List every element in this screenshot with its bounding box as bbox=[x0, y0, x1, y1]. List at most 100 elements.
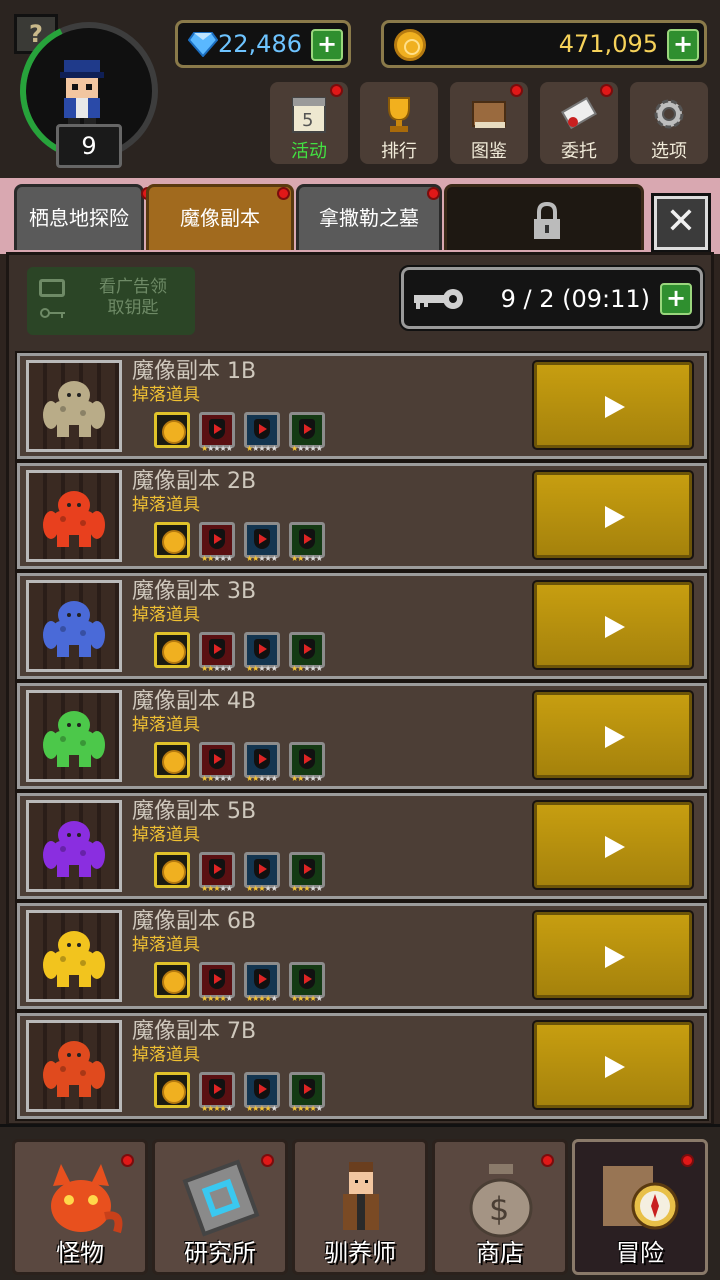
menu-options-button[interactable]: 选项 bbox=[630, 82, 708, 164]
add-keys-button[interactable]: + bbox=[660, 283, 692, 315]
drop-rune-green-icon[interactable]: ★★★★★ bbox=[289, 742, 325, 783]
drop-rune-blue-icon[interactable]: ★★★★★ bbox=[244, 1072, 280, 1113]
top-bar: ? 9 22,486 + 471,095 + 5 活动 排行 图鉴 委托 选项 bbox=[0, 0, 720, 180]
enter-dungeon-button[interactable] bbox=[532, 360, 694, 450]
golem-icon bbox=[43, 381, 105, 437]
gold-counter: 471,095 + bbox=[381, 20, 707, 68]
bottom-nav: 怪物 研究所 驯养师 $ 商店 冒险 bbox=[0, 1124, 720, 1280]
rune-icon bbox=[299, 529, 315, 549]
rarity-stars: ★★★★★ bbox=[201, 665, 233, 673]
drop-rune-red-icon[interactable]: ★★★★★ bbox=[199, 632, 235, 673]
nav-adventure-label: 冒险 bbox=[616, 1239, 664, 1267]
tab-label: 栖息地探险 bbox=[29, 206, 129, 230]
trophy-icon bbox=[388, 97, 410, 132]
drop-coin-icon[interactable] bbox=[154, 852, 190, 888]
nav-research-label: 研究所 bbox=[184, 1239, 256, 1267]
drop-rune-green-icon[interactable]: ★★★★★ bbox=[289, 522, 325, 563]
enter-dungeon-button[interactable] bbox=[532, 470, 694, 560]
enter-dungeon-button[interactable] bbox=[532, 580, 694, 670]
drop-rune-red-icon[interactable]: ★★★★★ bbox=[199, 1072, 235, 1113]
drop-items-label: 掉落道具 bbox=[132, 825, 200, 845]
player-sprite-icon bbox=[60, 60, 104, 126]
dungeon-row: 魔像副本 3B 掉落道具 ★★★★★ ★★★★★ ★★★★★ bbox=[15, 571, 709, 681]
drop-rune-blue-icon[interactable]: ★★★★★ bbox=[244, 632, 280, 673]
nav-monsters[interactable]: 怪物 bbox=[12, 1139, 148, 1275]
enter-dungeon-button[interactable] bbox=[532, 1020, 694, 1110]
notification-dot bbox=[600, 84, 613, 97]
enter-dungeon-button[interactable] bbox=[532, 690, 694, 780]
drop-rune-red-icon[interactable]: ★★★★★ bbox=[199, 412, 235, 453]
small-key-icon bbox=[40, 308, 65, 318]
drop-rune-green-icon[interactable]: ★★★★★ bbox=[289, 1072, 325, 1113]
moneybag-icon: $ bbox=[469, 1164, 533, 1238]
drop-rune-blue-icon[interactable]: ★★★★★ bbox=[244, 852, 280, 893]
menu-commission-button[interactable]: 委托 bbox=[540, 82, 618, 164]
drop-rune-green-icon[interactable]: ★★★★★ bbox=[289, 632, 325, 673]
drop-rune-blue-icon[interactable]: ★★★★★ bbox=[244, 522, 280, 563]
tab-locked[interactable] bbox=[444, 184, 644, 250]
lock-icon bbox=[534, 201, 560, 239]
enter-dungeon-button[interactable] bbox=[532, 800, 694, 890]
watch-ad-for-key-button[interactable]: 看广告领 取钥匙 bbox=[27, 267, 195, 335]
golem-portrait bbox=[26, 1020, 122, 1112]
drop-rune-green-icon[interactable]: ★★★★★ bbox=[289, 852, 325, 893]
app-root: ? 9 22,486 + 471,095 + 5 活动 排行 图鉴 委托 选项 … bbox=[0, 0, 720, 1280]
menu-ranking-button[interactable]: 排行 bbox=[360, 82, 438, 164]
drop-coin-icon[interactable] bbox=[154, 742, 190, 778]
enter-dungeon-button[interactable] bbox=[532, 910, 694, 1000]
ad-button-line2: 取钥匙 bbox=[107, 298, 159, 318]
golem-portrait bbox=[26, 360, 122, 452]
menu-collection-button[interactable]: 图鉴 bbox=[450, 82, 528, 164]
tab-golem-dungeon[interactable]: 魔像副本 bbox=[146, 184, 294, 250]
drop-coin-icon[interactable] bbox=[154, 1072, 190, 1108]
drop-coin-icon[interactable] bbox=[154, 632, 190, 668]
rarity-stars: ★★★★★ bbox=[246, 885, 278, 893]
dungeon-title: 魔像副本 3B bbox=[132, 579, 257, 604]
close-button[interactable]: ✕ bbox=[651, 193, 711, 253]
nav-shop-label: 商店 bbox=[476, 1239, 524, 1267]
drop-rune-blue-icon[interactable]: ★★★★★ bbox=[244, 962, 280, 1003]
rarity-stars: ★★★★★ bbox=[291, 995, 323, 1003]
drop-rune-green-icon[interactable]: ★★★★★ bbox=[289, 412, 325, 453]
drop-rune-red-icon[interactable]: ★★★★★ bbox=[199, 852, 235, 893]
rarity-stars: ★★★★★ bbox=[291, 665, 323, 673]
drop-items-label: 掉落道具 bbox=[132, 495, 200, 515]
rarity-stars: ★★★★★ bbox=[291, 445, 323, 453]
drop-coin-icon[interactable] bbox=[154, 962, 190, 998]
ad-button-line1: 看广告领 bbox=[99, 277, 167, 297]
rarity-stars: ★★★★★ bbox=[291, 1105, 323, 1113]
drop-coin-icon[interactable] bbox=[154, 522, 190, 558]
menu-events-button[interactable]: 5 活动 bbox=[270, 82, 348, 164]
rarity-stars: ★★★★★ bbox=[201, 775, 233, 783]
nav-adventure[interactable]: 冒险 bbox=[572, 1139, 708, 1275]
drop-coin-icon[interactable] bbox=[154, 412, 190, 448]
compass-icon bbox=[603, 1166, 679, 1230]
drop-rune-red-icon[interactable]: ★★★★★ bbox=[199, 962, 235, 1003]
drop-rune-red-icon[interactable]: ★★★★★ bbox=[199, 522, 235, 563]
golem-portrait bbox=[26, 470, 122, 562]
rarity-stars: ★★★★★ bbox=[201, 445, 233, 453]
nav-trainer[interactable]: 驯养师 bbox=[292, 1139, 428, 1275]
rarity-stars: ★★★★★ bbox=[201, 995, 233, 1003]
rune-icon bbox=[209, 419, 225, 439]
rarity-stars: ★★★★★ bbox=[201, 555, 233, 563]
dungeon-title: 魔像副本 6B bbox=[132, 909, 257, 934]
tab-label: 拿撒勒之墓 bbox=[319, 206, 419, 230]
notification-dot bbox=[541, 1154, 554, 1167]
notification-dot bbox=[681, 1154, 694, 1167]
drop-rune-blue-icon[interactable]: ★★★★★ bbox=[244, 742, 280, 783]
add-gems-button[interactable]: + bbox=[311, 29, 343, 61]
notification-dot bbox=[510, 84, 523, 97]
drop-rune-green-icon[interactable]: ★★★★★ bbox=[289, 962, 325, 1003]
nav-shop[interactable]: $ 商店 bbox=[432, 1139, 568, 1275]
drop-rune-blue-icon[interactable]: ★★★★★ bbox=[244, 412, 280, 453]
add-gold-button[interactable]: + bbox=[667, 29, 699, 61]
rune-icon bbox=[299, 749, 315, 769]
tab-nazareth-tomb[interactable]: 拿撒勒之墓 bbox=[296, 184, 442, 250]
drop-rune-red-icon[interactable]: ★★★★★ bbox=[199, 742, 235, 783]
tab-habitat-expedition[interactable]: 栖息地探险 bbox=[14, 184, 154, 250]
rarity-stars: ★★★★★ bbox=[246, 995, 278, 1003]
menu-collection-label: 图鉴 bbox=[471, 141, 507, 162]
nav-research[interactable]: 研究所 bbox=[152, 1139, 288, 1275]
dungeon-row: 魔像副本 5B 掉落道具 ★★★★★ ★★★★★ ★★★★★ bbox=[15, 791, 709, 901]
